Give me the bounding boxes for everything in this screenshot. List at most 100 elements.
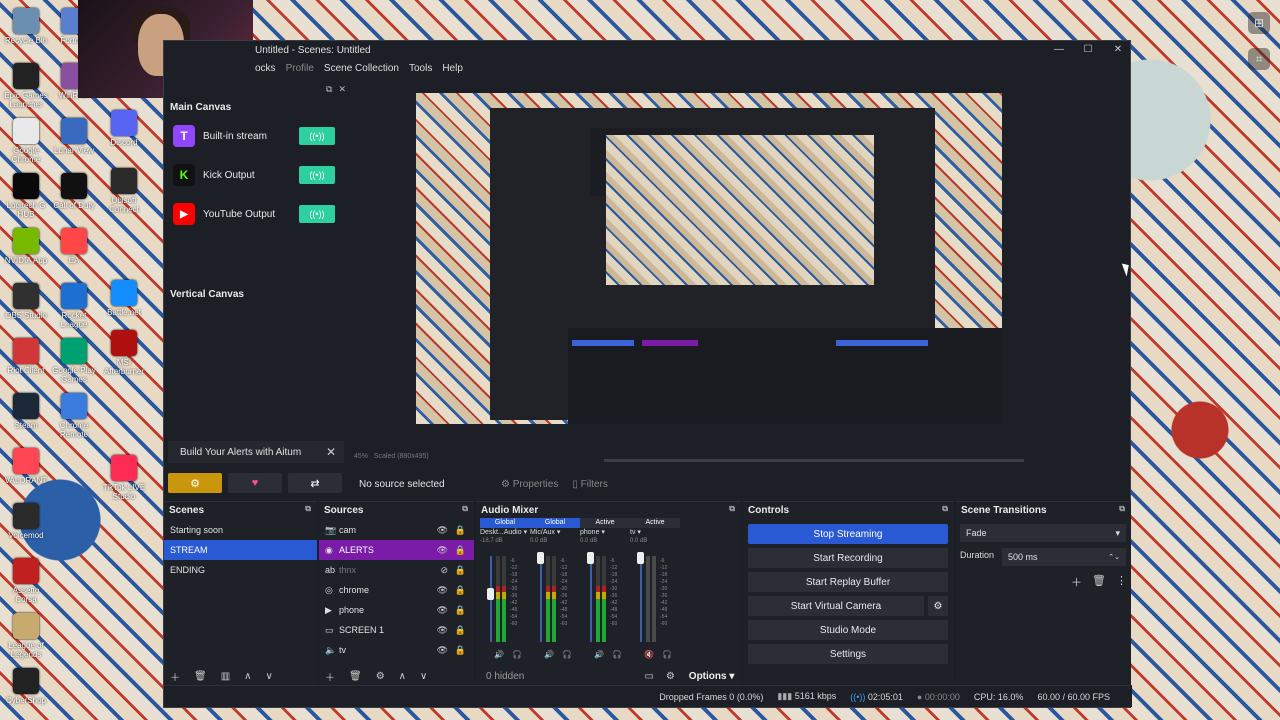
speaker-icon[interactable]: 🔊 xyxy=(494,650,504,659)
start-virtual-camera-button[interactable]: Start Virtual Camera xyxy=(748,596,924,616)
fader-knob[interactable] xyxy=(637,552,644,564)
desktop-icon[interactable]: Logitech G HUB xyxy=(4,173,48,219)
source-item[interactable]: 🔈 tv 👁 🔒 xyxy=(319,640,474,660)
source-item[interactable]: ◉ ALERTS 👁 🔒 xyxy=(319,540,474,560)
output-toggle-button[interactable]: ((•)) xyxy=(299,166,335,184)
dock-icon[interactable]: ⧉ xyxy=(462,504,468,514)
desktop-icon[interactable]: OBS Studio xyxy=(4,283,48,320)
source-item[interactable]: ab thnx ⊘ 🔒 xyxy=(319,560,474,580)
filters-button[interactable]: ▯ Filters xyxy=(572,479,608,490)
desktop-icon[interactable]: Discord xyxy=(102,110,146,147)
channel-name-select[interactable]: tv ▾ xyxy=(630,528,680,536)
speaker-icon[interactable]: 🔇 xyxy=(644,650,654,659)
tray-capture-icon[interactable]: ⌗ xyxy=(1248,48,1270,70)
lock-icon[interactable]: 🔒 xyxy=(455,645,466,656)
heart-button[interactable]: ♥ xyxy=(228,473,282,493)
source-item[interactable]: ◎ chrome 👁 🔒 xyxy=(319,580,474,600)
menu-tools[interactable]: Tools xyxy=(409,63,432,74)
desktop-icon[interactable]: Lunar View xyxy=(52,118,96,155)
close-icon[interactable]: ✕ xyxy=(326,445,336,459)
volume-fader[interactable] xyxy=(540,556,542,642)
start-replay-buffer-button[interactable]: Start Replay Buffer xyxy=(748,572,948,592)
zoom-level[interactable]: 45% xyxy=(354,453,368,460)
start-recording-button[interactable]: Start Recording xyxy=(748,548,948,568)
share-button[interactable]: ⇄ xyxy=(288,473,342,493)
menu-scene-collection[interactable]: Scene Collection xyxy=(324,63,399,74)
desktop-icon[interactable]: League of Legends xyxy=(4,613,48,659)
gear-icon[interactable]: ⚙ xyxy=(666,671,675,682)
speaker-icon[interactable]: 🔊 xyxy=(544,650,554,659)
more-icon[interactable]: ⋮ xyxy=(1116,574,1127,590)
desktop-icon[interactable]: CyberShop xyxy=(4,668,48,705)
visibility-eye-icon[interactable]: 👁 xyxy=(437,585,448,596)
stop-streaming-button[interactable]: Stop Streaming xyxy=(748,524,948,544)
desktop-icon[interactable]: Call of Duty xyxy=(52,173,96,210)
desktop-icon[interactable]: EA xyxy=(52,228,96,265)
channel-name-select[interactable]: Deskt...Audio ▾ xyxy=(480,528,530,536)
studio-mode-button[interactable]: Studio Mode xyxy=(748,620,948,640)
lock-icon[interactable]: 🔒 xyxy=(455,585,466,596)
monitor-icon[interactable]: 🎧 xyxy=(612,650,622,659)
spin-arrows-icon[interactable]: ⌃⌄ xyxy=(1108,553,1120,561)
desktop-icon[interactable]: Rocket League xyxy=(52,283,96,329)
desktop-icon[interactable]: Battle.net xyxy=(102,280,146,317)
settings-button[interactable]: Settings xyxy=(748,644,948,664)
add-icon[interactable]: ＋ xyxy=(170,669,180,684)
desktop-icon[interactable]: Ubisoft Connect xyxy=(102,168,146,214)
desktop-icon[interactable]: NVIDIA App xyxy=(4,228,48,265)
dock-float-icon[interactable]: ⧉ xyxy=(326,84,332,95)
visibility-eye-icon[interactable]: 👁 xyxy=(437,645,448,656)
fader-knob[interactable] xyxy=(537,552,544,564)
desktop-icon[interactable]: Google Chrome xyxy=(4,118,48,164)
gear-icon[interactable]: ⚙ xyxy=(376,671,385,682)
volume-fader[interactable] xyxy=(640,556,642,642)
dock-icon[interactable]: ⧉ xyxy=(942,504,948,514)
lock-icon[interactable]: 🔒 xyxy=(455,545,466,556)
minimize-icon[interactable]: — xyxy=(1052,44,1066,55)
trash-icon[interactable]: 🗑 xyxy=(1092,574,1106,590)
trash-icon[interactable]: 🗑 xyxy=(194,671,207,682)
lock-icon[interactable]: 🔒 xyxy=(455,565,466,576)
source-item[interactable]: ▭ SCREEN 1 👁 🔒 xyxy=(319,620,474,640)
desktop-icon[interactable]: VALORANT xyxy=(4,448,48,485)
menu-profile[interactable]: Profile xyxy=(286,63,314,74)
down-icon[interactable]: ∨ xyxy=(265,671,272,682)
visibility-eye-icon[interactable]: 👁 xyxy=(437,625,448,636)
scene-item[interactable]: ENDING xyxy=(164,560,317,580)
monitor-icon[interactable]: 🎧 xyxy=(662,650,672,659)
fader-knob[interactable] xyxy=(487,588,494,600)
output-toggle-button[interactable]: ((•)) xyxy=(299,127,335,145)
trash-icon[interactable]: 🗑 xyxy=(349,671,362,682)
dock-icon[interactable]: ⧉ xyxy=(305,504,311,514)
desktop-icon[interactable]: Recycle Bin xyxy=(4,8,48,45)
layout-icon[interactable]: ▭ xyxy=(644,671,653,682)
lock-icon[interactable]: 🔒 xyxy=(455,525,466,536)
preview-scrollbar[interactable] xyxy=(604,459,1024,462)
desktop-icon[interactable]: Google Play Games xyxy=(52,338,96,384)
desktop-icon[interactable]: Epic Games Launcher xyxy=(4,63,48,109)
maximize-icon[interactable]: ☐ xyxy=(1081,44,1095,55)
settings-gear-button[interactable]: ⚙ xyxy=(168,473,222,493)
visibility-eye-icon[interactable]: 👁 xyxy=(437,525,448,536)
scene-item[interactable]: Starting soon xyxy=(164,520,317,540)
desktop-icon[interactable]: MSI Afterburner xyxy=(102,330,146,376)
desktop-icon[interactable]: Voicemod xyxy=(4,503,48,540)
properties-button[interactable]: ⚙ Properties xyxy=(501,479,558,490)
aitum-alerts-banner[interactable]: Build Your Alerts with Aitum ✕ xyxy=(168,441,344,463)
source-item[interactable]: ▶ phone 👁 🔒 xyxy=(319,600,474,620)
desktop-icon[interactable]: Chrome Remote xyxy=(52,393,96,439)
monitor-icon[interactable]: 🎧 xyxy=(512,650,522,659)
scene-item[interactable]: STREAM xyxy=(164,540,317,560)
up-icon[interactable]: ∧ xyxy=(399,671,406,682)
volume-fader[interactable] xyxy=(590,556,592,642)
add-icon[interactable]: ＋ xyxy=(325,669,335,684)
desktop-icon[interactable]: Riot Client xyxy=(4,338,48,375)
speaker-icon[interactable]: 🔊 xyxy=(594,650,604,659)
down-icon[interactable]: ∨ xyxy=(420,671,427,682)
dock-icon[interactable]: ⧉ xyxy=(1119,504,1125,514)
channel-name-select[interactable]: phone ▾ xyxy=(580,528,630,536)
add-icon[interactable]: ＋ xyxy=(1071,574,1082,590)
desktop-icon[interactable]: Steam xyxy=(4,393,48,430)
output-toggle-button[interactable]: ((•)) xyxy=(299,205,335,223)
virtual-camera-gear-icon[interactable]: ⚙ xyxy=(928,596,948,616)
